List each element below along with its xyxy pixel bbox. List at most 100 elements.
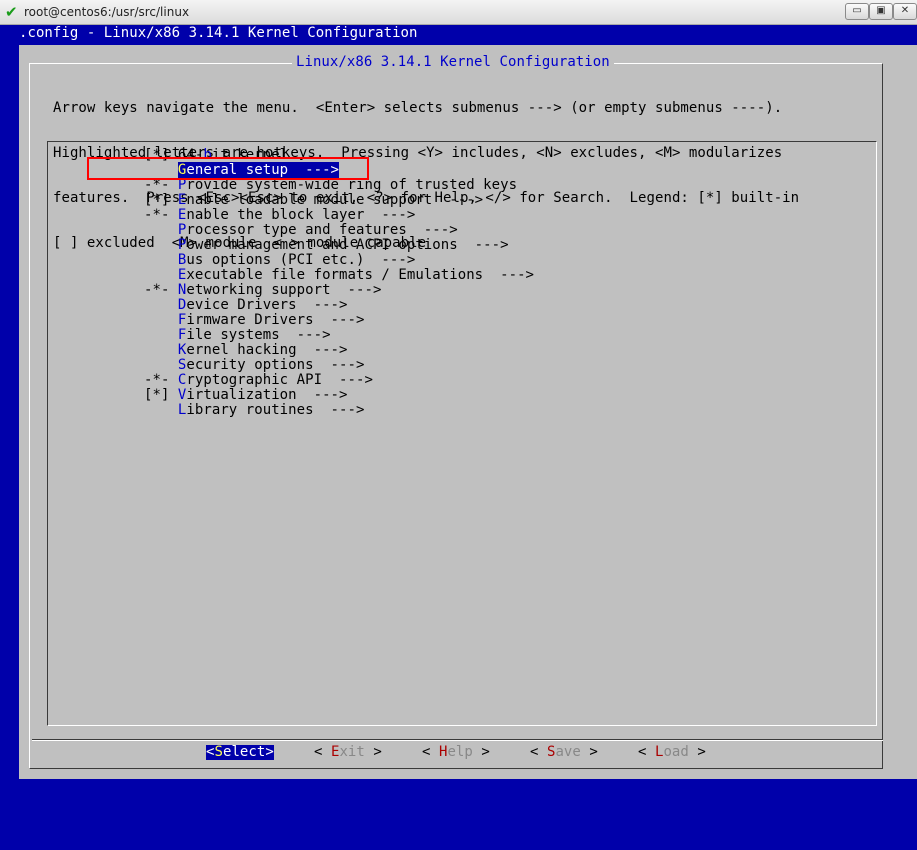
menu-item-text: xecutable file formats / Emulations ---> <box>186 267 535 283</box>
button-label: oad <box>663 744 689 760</box>
menu-item-label: Bus options (PCI etc.) ---> <box>178 252 415 268</box>
menu-item[interactable]: Firmware Drivers ---> <box>144 313 534 328</box>
menu-item-label: Device Drivers ---> <box>178 297 348 313</box>
minimize-button[interactable]: ▭ <box>845 3 869 20</box>
menu-item-state: [*] <box>144 192 178 208</box>
button-bracket: > <box>472 744 490 760</box>
save-button[interactable]: < Save > <box>530 745 598 760</box>
button-bracket: > <box>688 744 706 760</box>
menu-item[interactable]: -*- Networking support ---> <box>144 283 534 298</box>
menu-item-state <box>144 327 178 343</box>
minimize-icon: ▭ <box>852 5 862 16</box>
dialog-title: Linux/x86 3.14.1 Kernel Configuration <box>292 55 614 70</box>
menu-item-state <box>144 402 178 418</box>
menu-item-state <box>144 267 178 283</box>
help-button[interactable]: < Help > <box>422 745 490 760</box>
menu-item-selected[interactable]: General setup ---> <box>144 162 534 178</box>
window-title: root@centos6:/usr/src/linux <box>24 5 190 19</box>
button-label: ave <box>555 744 581 760</box>
menu-item-text: etworking support ---> <box>186 282 382 298</box>
menu-item-text: rovide system-wide ring of trusted keys <box>186 177 518 193</box>
select-button[interactable]: <Select> <box>206 745 274 760</box>
menu-item-text: ower management and ACPI options ---> <box>186 237 509 253</box>
button-bracket: > <box>364 744 382 760</box>
menu-item-state <box>144 342 178 358</box>
close-icon: ✕ <box>900 5 910 16</box>
menu-item-label: 64-bit kernel <box>178 147 288 163</box>
menu-item-label: Kernel hacking ---> <box>178 342 348 358</box>
button-bracket: > <box>265 744 274 760</box>
menu-item-state: [*] <box>144 147 178 163</box>
menu-item-label: Power management and ACPI options ---> <box>178 237 509 253</box>
menu-item-text: ernel hacking ---> <box>186 342 348 358</box>
menu-item[interactable]: Executable file formats / Emulations ---… <box>144 268 534 283</box>
menu-item-text: 64- <box>177 147 204 163</box>
menu-item-state <box>144 222 178 238</box>
button-bracket: < <box>314 744 331 760</box>
maximize-button[interactable]: ▣ <box>869 3 893 20</box>
menu-item[interactable]: Processor type and features ---> <box>144 223 534 238</box>
menu-item[interactable]: [*] Enable loadable module support ---> <box>144 193 534 208</box>
menu-item-label: Enable the block layer ---> <box>178 207 415 223</box>
menu-item-text: evice Drivers ---> <box>186 297 348 313</box>
menu-item-label: Enable loadable module support ---> <box>178 192 483 208</box>
menu-item-label: General setup ---> <box>177 162 340 178</box>
help-line: Arrow keys navigate the menu. <Enter> se… <box>53 100 783 116</box>
menu-item[interactable]: Security options ---> <box>144 358 534 373</box>
load-button[interactable]: < Load > <box>638 745 706 760</box>
maximize-icon: ▣ <box>876 5 886 16</box>
menu-list-box: [*] 64-bit kernel General setup ---> -*- … <box>47 141 877 726</box>
menu-item[interactable]: Power management and ACPI options ---> <box>144 238 534 253</box>
menu-item-state <box>144 357 178 373</box>
button-label: xit <box>339 744 365 760</box>
button-label: elp <box>447 744 473 760</box>
menu-item-state: -*- <box>144 282 178 298</box>
menu-item-state <box>144 162 178 178</box>
menu-item-hotkey: b <box>203 147 212 163</box>
menu-item[interactable]: Device Drivers ---> <box>144 298 534 313</box>
button-bracket: < <box>422 744 439 760</box>
menu-item-label: Firmware Drivers ---> <box>178 312 365 328</box>
menu-item-label: Processor type and features ---> <box>178 222 458 238</box>
close-button[interactable]: ✕ <box>893 3 917 20</box>
menu-item-text: it kernel <box>211 147 289 163</box>
menu-item-state: -*- <box>144 177 178 193</box>
menu-item-label: Executable file formats / Emulations ---… <box>178 267 534 283</box>
menu-item-state: -*- <box>144 207 178 223</box>
menu-item-text: eneral setup ---> <box>186 162 340 178</box>
menu-item-label: Security options ---> <box>178 357 365 373</box>
menu-item-state: -*- <box>144 372 178 388</box>
menu-item-text: irtualization ---> <box>186 387 348 403</box>
menu-item[interactable]: File systems ---> <box>144 328 534 343</box>
menu-list: [*] 64-bit kernel General setup ---> -*- … <box>144 148 534 418</box>
menu-item-text: ecurity options ---> <box>186 357 365 373</box>
menu-item[interactable]: Kernel hacking ---> <box>144 343 534 358</box>
menu-item[interactable]: Bus options (PCI etc.) ---> <box>144 253 534 268</box>
menu-item-text: ryptographic API ---> <box>186 372 373 388</box>
button-bracket: < <box>530 744 547 760</box>
menu-item-state <box>144 237 178 253</box>
menu-item[interactable]: -*- Enable the block layer ---> <box>144 208 534 223</box>
exit-button[interactable]: < Exit > <box>314 745 382 760</box>
terminal-check-icon: ✔ <box>5 3 18 21</box>
menu-item-text: us options (PCI etc.) ---> <box>186 252 416 268</box>
menu-item-text: nable the block layer ---> <box>186 207 416 223</box>
menu-item[interactable]: [*] 64-bit kernel <box>144 148 534 163</box>
terminal-caption: .config - Linux/x86 3.14.1 Kernel Config… <box>19 25 418 41</box>
button-bracket: < <box>638 744 655 760</box>
button-separator <box>32 739 883 741</box>
menu-item[interactable]: -*- Provide system-wide ring of trusted … <box>144 178 534 193</box>
window-titlebar: ✔ root@centos6:/usr/src/linux ▭ ▣ ✕ <box>0 0 917 25</box>
menu-item-label: Cryptographic API ---> <box>178 372 373 388</box>
menu-item-text: nable loadable module support ---> <box>186 192 484 208</box>
menu-item-text: ile systems ---> <box>186 327 331 343</box>
menu-item[interactable]: [*] Virtualization ---> <box>144 388 534 403</box>
menuconfig-dialog: Linux/x86 3.14.1 Kernel Configuration Ar… <box>19 45 917 779</box>
button-hotkey: S <box>214 744 223 760</box>
button-bracket: > <box>580 744 598 760</box>
menu-item-state <box>144 312 178 328</box>
menu-item[interactable]: -*- Cryptographic API ---> <box>144 373 534 388</box>
menu-item[interactable]: Library routines ---> <box>144 403 534 418</box>
menu-item-label: Networking support ---> <box>178 282 382 298</box>
menu-item-label: Library routines ---> <box>178 402 365 418</box>
